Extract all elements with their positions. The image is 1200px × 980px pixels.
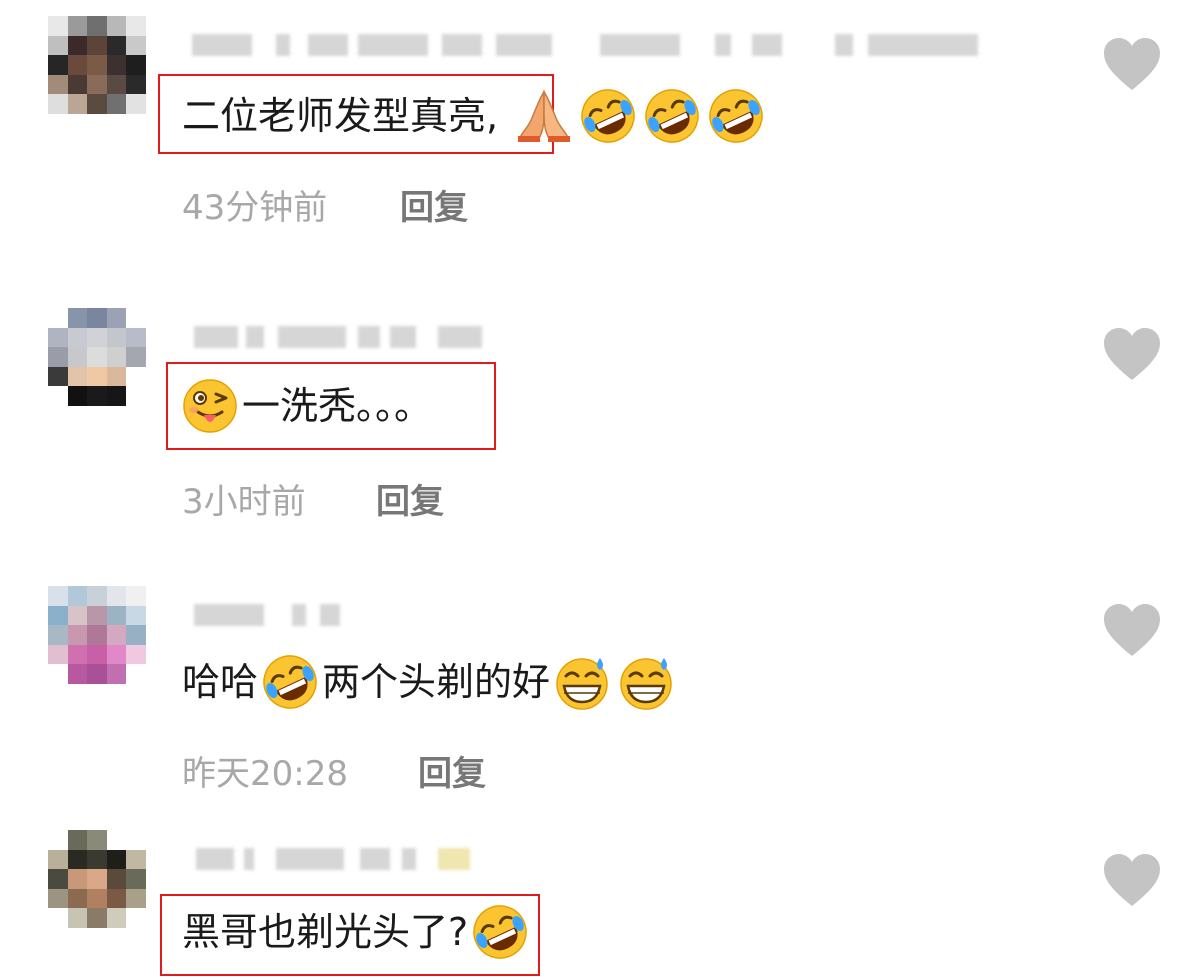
comment-text: 哈哈 两个头剃的好	[182, 652, 678, 712]
avatar[interactable]	[48, 16, 146, 114]
comment-text: 黑哥也剃光头了?	[182, 902, 532, 962]
comment-text: 一洗秃。。。	[178, 376, 432, 436]
comment-punct: ,	[486, 94, 499, 138]
reply-button[interactable]: 回复	[400, 180, 468, 229]
reply-button[interactable]: 回复	[418, 746, 486, 795]
heart-icon[interactable]	[1102, 602, 1162, 658]
comment-body: 二位老师发型真亮	[182, 94, 487, 138]
grinning-sweat-icon	[616, 652, 676, 712]
avatar[interactable]	[48, 586, 146, 684]
rofl-icon	[642, 86, 702, 146]
comment-time: 昨天20:28	[182, 754, 348, 794]
rofl-icon	[706, 86, 766, 146]
heart-icon[interactable]	[1102, 852, 1162, 908]
winking-tongue-icon	[180, 376, 240, 436]
username[interactable]	[180, 28, 980, 64]
comment-body-a: 哈哈	[182, 660, 259, 704]
avatar[interactable]	[48, 308, 146, 406]
folded-hands-icon	[514, 86, 574, 146]
rofl-icon	[578, 86, 638, 146]
comment-time: 43分钟前	[182, 188, 328, 228]
comment-time: 3小时前	[182, 482, 306, 522]
heart-icon[interactable]	[1102, 326, 1162, 382]
rofl-icon	[260, 652, 320, 712]
comment-body: 一洗秃。。。	[242, 384, 433, 428]
comment-body: 黑哥也剃光头了?	[182, 910, 469, 954]
reply-button[interactable]: 回复	[376, 474, 444, 523]
comment-text: 二位老师发型真亮,	[182, 86, 768, 146]
rofl-icon	[470, 902, 530, 962]
avatar[interactable]	[48, 830, 146, 928]
comment-body-b: 两个头剃的好	[322, 660, 551, 704]
username[interactable]	[180, 598, 360, 634]
username[interactable]	[180, 320, 500, 356]
username[interactable]	[180, 842, 480, 878]
heart-icon[interactable]	[1102, 36, 1162, 92]
grinning-sweat-icon	[552, 652, 612, 712]
